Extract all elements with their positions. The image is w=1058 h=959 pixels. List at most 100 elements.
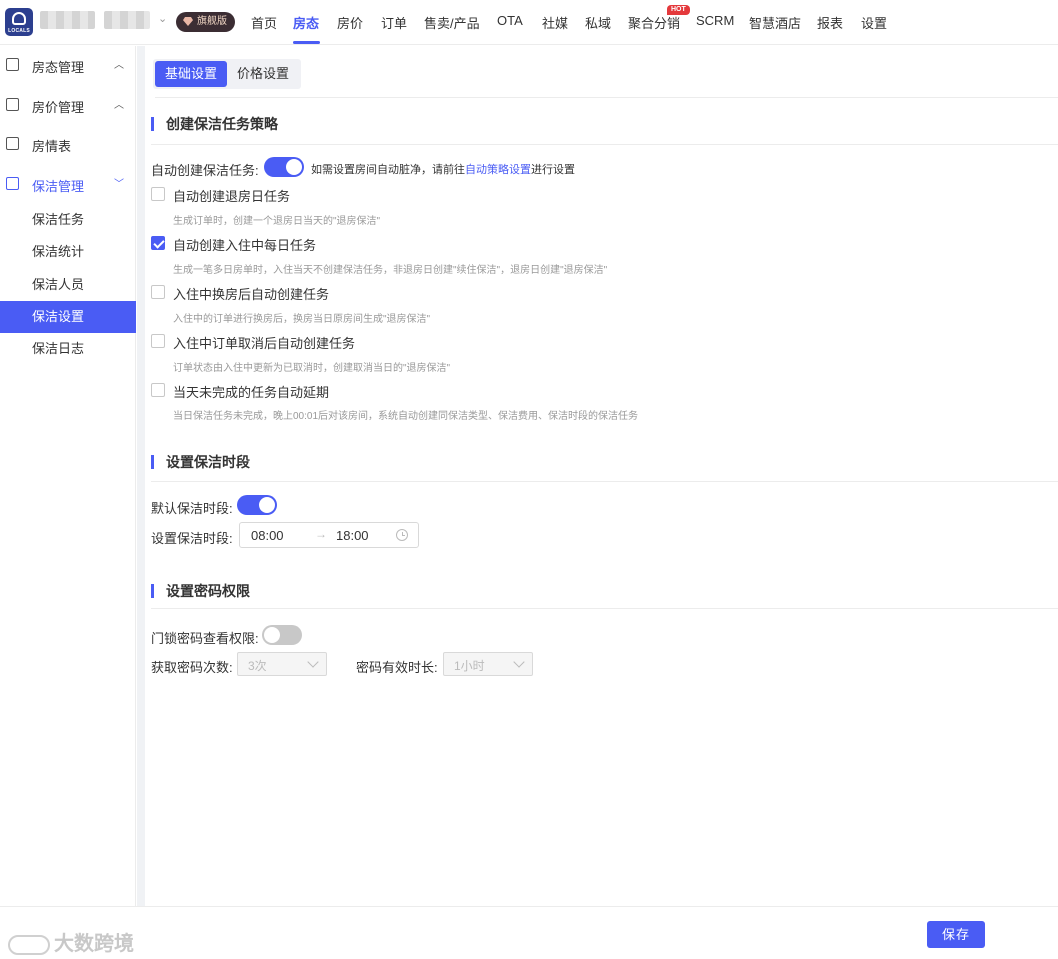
redacted-hotel-name	[40, 11, 95, 29]
password-count-select[interactable]: 3次	[237, 652, 327, 676]
clock-icon	[396, 529, 408, 541]
default-slot-label: 默认保洁时段:	[151, 501, 233, 516]
option-label: 当天未完成的任务自动延期	[173, 385, 330, 400]
nav-scrm[interactable]: SCRM	[696, 13, 734, 28]
sidebar-item-cleaning-stats[interactable]: 保洁统计	[0, 236, 136, 268]
watermark-text: 大数跨境	[54, 933, 134, 955]
sidebar-group-label: 房态管理	[32, 60, 85, 75]
sidebar-group-room-price[interactable]: 房价管理 ︿	[0, 86, 136, 124]
chevron-up-icon: ︿	[114, 100, 124, 111]
sidebar-group-room-status[interactable]: 房态管理 ︿	[0, 46, 136, 84]
nav-orders[interactable]: 订单	[381, 13, 407, 32]
nav-smart-hotel[interactable]: 智慧酒店	[749, 13, 801, 32]
hint-suffix: 进行设置	[531, 164, 575, 176]
watermark: 大数跨境	[8, 927, 134, 956]
sidebar-item-cleaning-log[interactable]: 保洁日志	[0, 333, 136, 365]
checkbox[interactable]	[151, 334, 165, 348]
lock-password-view-label: 门锁密码查看权限:	[151, 631, 259, 646]
chevron-down-icon	[307, 656, 319, 668]
cleaning-icon	[6, 177, 19, 190]
settings-tabs: 基础设置 价格设置	[153, 59, 302, 89]
edition-label: 旗舰版	[197, 16, 227, 27]
password-duration-select[interactable]: 1小时	[443, 652, 533, 676]
end-time[interactable]: 18:00	[336, 528, 369, 543]
option-description: 当日保洁任务未完成，晚上00:01后对该房间，系统自动创建同保洁类型、保洁费用、…	[173, 411, 639, 422]
option-description: 生成一笔多日房单时，入住当天不创建保洁任务，非退房日创建"续住保洁"，退房日创建…	[173, 265, 608, 276]
redacted-store-name	[104, 11, 150, 29]
auto-create-hint: 如需设置房间自动脏净，请前往自动策略设置进行设置	[311, 161, 575, 177]
chevron-down-icon: ﹀	[114, 179, 124, 190]
nav-settings[interactable]: 设置	[861, 13, 887, 32]
auto-create-label: 自动创建保洁任务:	[151, 163, 259, 178]
section-title-time-slot: 设置保洁时段	[151, 455, 250, 469]
sidebar-item-room-report[interactable]: 房情表	[0, 125, 136, 163]
sidebar-item-cleaning-tasks[interactable]: 保洁任务	[0, 204, 136, 236]
hot-badge: HOT	[667, 5, 690, 15]
start-time[interactable]: 08:00	[251, 528, 284, 543]
save-button[interactable]: 保存	[927, 921, 985, 948]
auto-strategy-settings-link[interactable]: 自动策略设置	[465, 164, 531, 176]
option-label: 自动创建入住中每日任务	[173, 238, 317, 253]
diamond-icon	[183, 17, 193, 26]
password-count-label: 获取密码次数:	[151, 660, 233, 675]
select-value: 3次	[248, 659, 267, 673]
toggle-knob	[286, 159, 302, 175]
nav-ota[interactable]: OTA	[497, 13, 523, 28]
hint-prefix: 如需设置房间自动脏净，请前往	[311, 164, 465, 176]
nav-reports[interactable]: 报表	[817, 13, 843, 32]
heart-icon	[12, 12, 26, 25]
top-nav-bar: LOCALS ⌄ 旗舰版 首页 房态 房价 订单 售卖/产品 OTA 社媒 私域…	[0, 0, 1058, 45]
sidebar: 房态管理 ︿ 房价管理 ︿ 房情表 保洁管理 ﹀ 保洁任务 保洁统计 保洁人员 …	[0, 46, 136, 906]
sidebar-group-cleaning[interactable]: 保洁管理 ﹀	[0, 165, 136, 203]
nav-home[interactable]: 首页	[251, 13, 277, 32]
option-description: 订单状态由入住中更新为已取消时，创建取消当日的"退房保洁"	[173, 363, 451, 374]
checkbox[interactable]	[151, 383, 165, 397]
sidebar-item-cleaning-settings[interactable]: 保洁设置	[0, 301, 136, 333]
watermark-logo	[8, 934, 50, 955]
nav-room-status[interactable]: 房态	[293, 13, 319, 32]
password-duration-label: 密码有效时长:	[356, 660, 438, 675]
section-title-password: 设置密码权限	[151, 584, 250, 598]
home-icon	[6, 58, 19, 71]
chevron-down-icon	[513, 656, 525, 668]
sidebar-item-cleaning-staff[interactable]: 保洁人员	[0, 269, 136, 301]
option-label: 入住中换房后自动创建任务	[173, 287, 330, 302]
clipboard-icon	[6, 137, 19, 150]
nav-active-indicator	[293, 41, 320, 44]
time-range-label: 设置保洁时段:	[151, 531, 233, 546]
divider	[151, 608, 1058, 609]
nav-private-domain[interactable]: 私域	[585, 13, 611, 32]
price-house-icon	[6, 98, 19, 111]
nav-social[interactable]: 社媒	[542, 13, 568, 32]
arrow-right-icon: →	[315, 527, 327, 541]
chevron-down-icon[interactable]: ⌄	[158, 12, 167, 25]
brand-logo[interactable]: LOCALS	[5, 8, 33, 36]
tab-price-settings[interactable]: 价格设置	[227, 61, 299, 87]
option-description: 生成订单时，创建一个退房日当天的"退房保洁"	[173, 216, 381, 227]
checkbox[interactable]	[151, 187, 165, 201]
lock-password-view-toggle[interactable]	[262, 625, 302, 645]
sidebar-group-label: 保洁管理	[32, 179, 85, 194]
toggle-knob	[264, 627, 280, 643]
option-label: 自动创建退房日任务	[173, 189, 291, 204]
checkbox-checked[interactable]	[151, 236, 165, 250]
edition-badge: 旗舰版	[176, 12, 235, 32]
divider	[151, 481, 1058, 482]
layout-gutter	[137, 46, 145, 906]
time-range-picker[interactable]: 08:00 → 18:00	[239, 522, 419, 548]
nav-sales-products[interactable]: 售卖/产品	[424, 13, 480, 32]
sidebar-item-label: 房情表	[32, 139, 72, 154]
tab-basic-settings[interactable]: 基础设置	[155, 61, 228, 87]
section-title-cleaning-strategy: 创建保洁任务策略	[151, 117, 278, 131]
chevron-up-icon: ︿	[114, 60, 124, 71]
auto-create-toggle[interactable]	[264, 157, 304, 177]
divider	[151, 144, 1058, 145]
option-description: 入住中的订单进行换房后，换房当日原房间生成"退房保洁"	[173, 314, 431, 325]
toggle-knob	[259, 497, 275, 513]
nav-room-price[interactable]: 房价	[337, 13, 363, 32]
footer-bar: 大数跨境 保存	[0, 906, 1058, 959]
nav-distribution[interactable]: 聚合分销	[628, 13, 680, 32]
checkbox[interactable]	[151, 285, 165, 299]
default-slot-toggle[interactable]	[237, 495, 277, 515]
sidebar-group-label: 房价管理	[32, 100, 85, 115]
